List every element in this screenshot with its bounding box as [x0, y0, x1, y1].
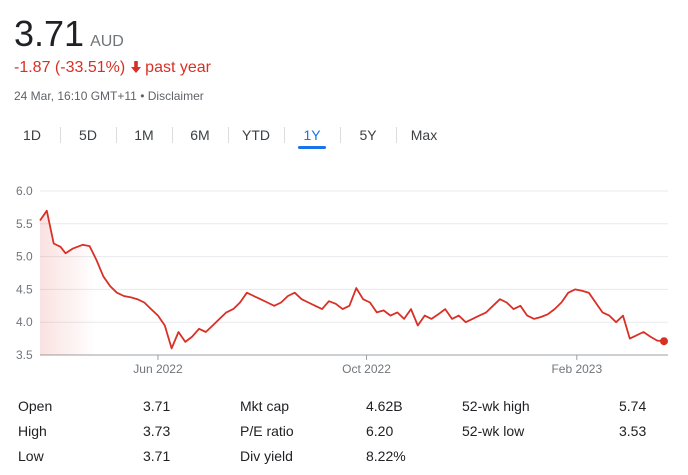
stat-label-low: Low: [18, 448, 44, 464]
y-tick-label: 4.0: [16, 315, 33, 329]
stat-value-52wk-high: 5.74: [619, 398, 647, 414]
stat-value-high: 3.73: [143, 423, 171, 439]
x-tick-label: Jun 2022: [133, 362, 183, 376]
timestamp: 24 Mar, 16:10 GMT+11: [14, 89, 137, 103]
tab-1d[interactable]: 1D: [4, 120, 60, 150]
tab-1y[interactable]: 1Y: [284, 120, 340, 150]
tab-6m[interactable]: 6M: [172, 120, 228, 150]
y-tick-label: 4.5: [16, 282, 33, 296]
stat-label-high: High: [18, 423, 47, 439]
stat-label-open: Open: [18, 398, 53, 414]
price-chart[interactable]: 6.0 5.5 5.0 4.5 4.0 3.5 Jun 2022 Oct 2022 Feb 20…: [0, 175, 688, 385]
x-tick-label: Feb 2023: [551, 362, 602, 376]
separator-dot: •: [140, 89, 145, 103]
stat-value-mkt-cap: 4.62B: [366, 398, 403, 414]
y-tick-label: 5.5: [16, 217, 33, 231]
current-price: 3.71: [14, 13, 85, 54]
tab-1m[interactable]: 1M: [116, 120, 172, 150]
tab-5d[interactable]: 5D: [60, 120, 116, 150]
stat-value-pe-ratio: 6.20: [366, 423, 394, 439]
y-tick-label: 3.5: [16, 348, 33, 362]
arrow-down-icon: [131, 60, 142, 77]
change-value: -1.87 (-33.51%): [14, 59, 126, 76]
stat-value-div-yield: 8.22%: [366, 448, 406, 464]
y-tick-label: 6.0: [16, 184, 33, 198]
stat-label-mkt-cap: Mkt cap: [240, 398, 290, 414]
stat-label-52wk-high: 52-wk high: [462, 398, 530, 414]
stat-value-52wk-low: 3.53: [619, 423, 647, 439]
currency-label: AUD: [90, 33, 124, 50]
stat-value-low: 3.71: [143, 448, 171, 464]
stat-label-pe-ratio: P/E ratio: [240, 423, 294, 439]
x-tick-label: Oct 2022: [342, 362, 391, 376]
tab-ytd[interactable]: YTD: [228, 120, 284, 150]
tab-5y[interactable]: 5Y: [340, 120, 396, 150]
range-tabs: 1D 5D 1M 6M YTD 1Y 5Y Max: [4, 120, 452, 150]
price-change: -1.87 (-33.51%) past year: [14, 59, 211, 77]
stat-value-open: 3.71: [143, 398, 171, 414]
tab-max[interactable]: Max: [396, 120, 452, 150]
price-area: [40, 210, 664, 355]
y-tick-label: 5.0: [16, 250, 33, 264]
price-header: 3.71 AUD: [14, 14, 124, 54]
quote-meta: 24 Mar, 16:10 GMT+11 • Disclaimer: [14, 89, 204, 103]
last-price-dot: [660, 337, 668, 346]
disclaimer-link[interactable]: Disclaimer: [148, 89, 204, 103]
stat-label-div-yield: Div yield: [240, 448, 293, 464]
stat-label-52wk-low: 52-wk low: [462, 423, 525, 439]
change-period: past year: [145, 59, 211, 76]
